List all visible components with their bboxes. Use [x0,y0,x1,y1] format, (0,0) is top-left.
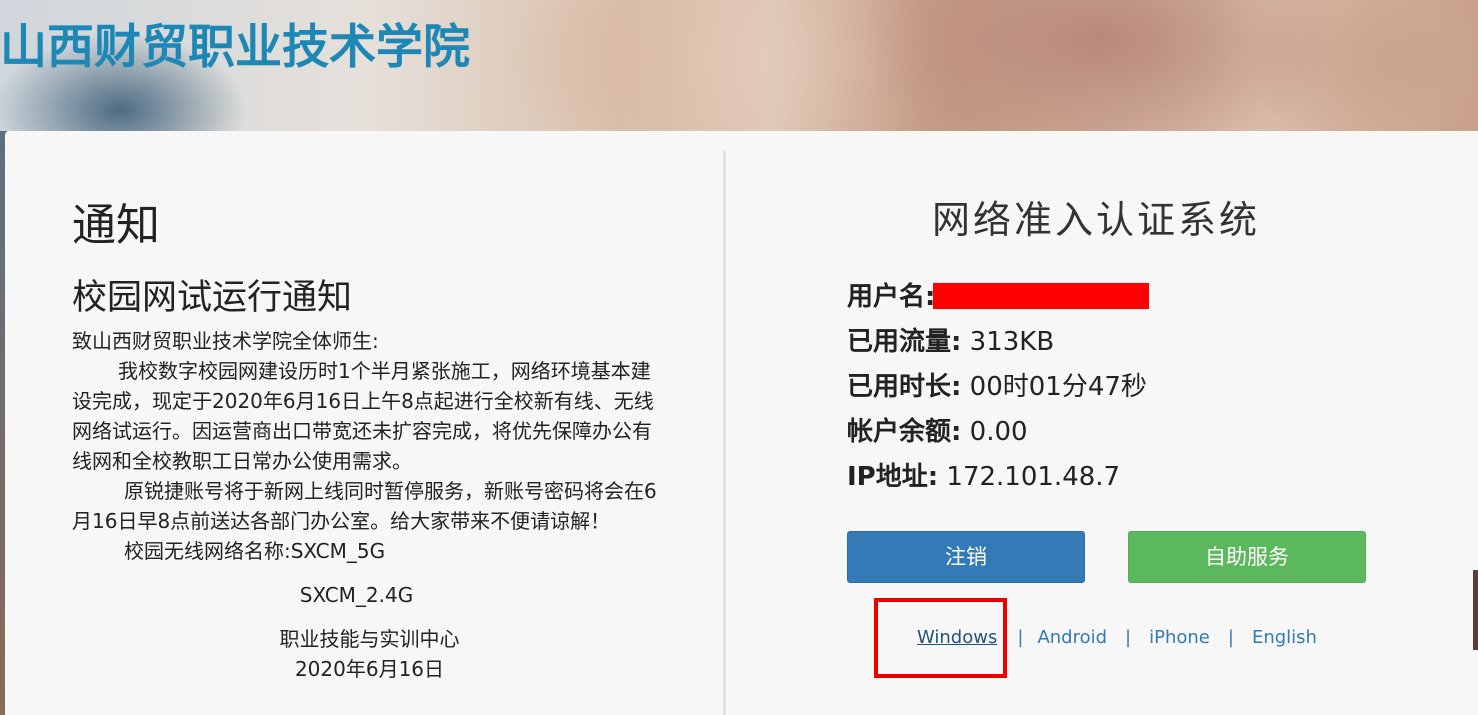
duration-value: 00时01分47秒 [969,372,1147,402]
notice-body: 致山西财贸职业技术学院全体师生: 我校数字校园网建设历时1个半月紧张施工，网络环… [72,326,657,684]
notice-title: 校园网试运行通知 [72,278,353,318]
duration-row: 已用时长: 00时01分47秒 [847,367,1149,412]
column-divider [723,151,726,715]
header-banner: 山西财贸职业技术学院 [0,0,1478,131]
english-link[interactable]: English [1252,627,1317,648]
notice-wifi-name-2: SXCM_2.4G [299,583,414,607]
notice-heading: 通知 [72,200,160,251]
notice-signature: 职业技能与实训中心 [279,627,460,651]
self-service-button[interactable]: 自助服务 [1128,531,1366,583]
logout-button[interactable]: 注销 [847,531,1085,583]
ip-label: IP地址: [847,462,939,492]
duration-label: 已用时长: [847,372,962,402]
traffic-row: 已用流量: 313KB [847,322,1149,367]
balance-row: 帐户余额: 0.00 [847,412,1149,457]
traffic-label: 已用流量: [847,327,962,357]
client-links: Windows | Android | iPhone | English [880,627,1317,648]
background-edge [1473,570,1478,650]
iphone-client-link[interactable]: iPhone [1149,627,1210,648]
account-info: 用户名: 已用流量: 313KB 已用时长: 00时01分47秒 帐户余额: 0… [847,277,1150,502]
link-separator: | [1227,627,1234,648]
link-separator: | [1125,627,1132,648]
username-label: 用户名: [847,282,936,312]
main-card: 通知 校园网试运行通知 致山西财贸职业技术学院全体师生: 我校数字校园网建设历时… [5,131,1478,715]
link-separator: | [1017,627,1024,648]
android-client-link[interactable]: Android [1037,627,1107,648]
ip-row: IP地址: 172.101.48.7 [847,457,1149,502]
system-title: 网络准入认证系统 [932,198,1261,242]
traffic-value: 313KB [969,327,1055,357]
notice-date: 2020年6月16日 [294,657,445,681]
notice-greeting: 致山西财贸职业技术学院全体师生: [72,329,379,353]
notice-paragraph: 原锐捷账号将于新网上线同时暂停服务，新账号密码将会在6月16日早8点前送达各部门… [72,479,657,533]
balance-label: 帐户余额: [847,417,962,447]
username-row: 用户名: [847,277,1150,322]
notice-paragraph: 我校数字校园网建设历时1个半月紧张施工，网络环境基本建设完成，现定于2020年6… [72,359,654,473]
school-name-logo: 山西财贸职业技术学院 [0,20,470,75]
notice-wifi-name: 校园无线网络名称:SXCM_5G [124,539,386,563]
username-redacted [933,283,1150,309]
windows-client-link[interactable]: Windows [917,627,997,648]
balance-value: 0.00 [969,417,1028,447]
ip-value: 172.101.48.7 [946,462,1121,492]
